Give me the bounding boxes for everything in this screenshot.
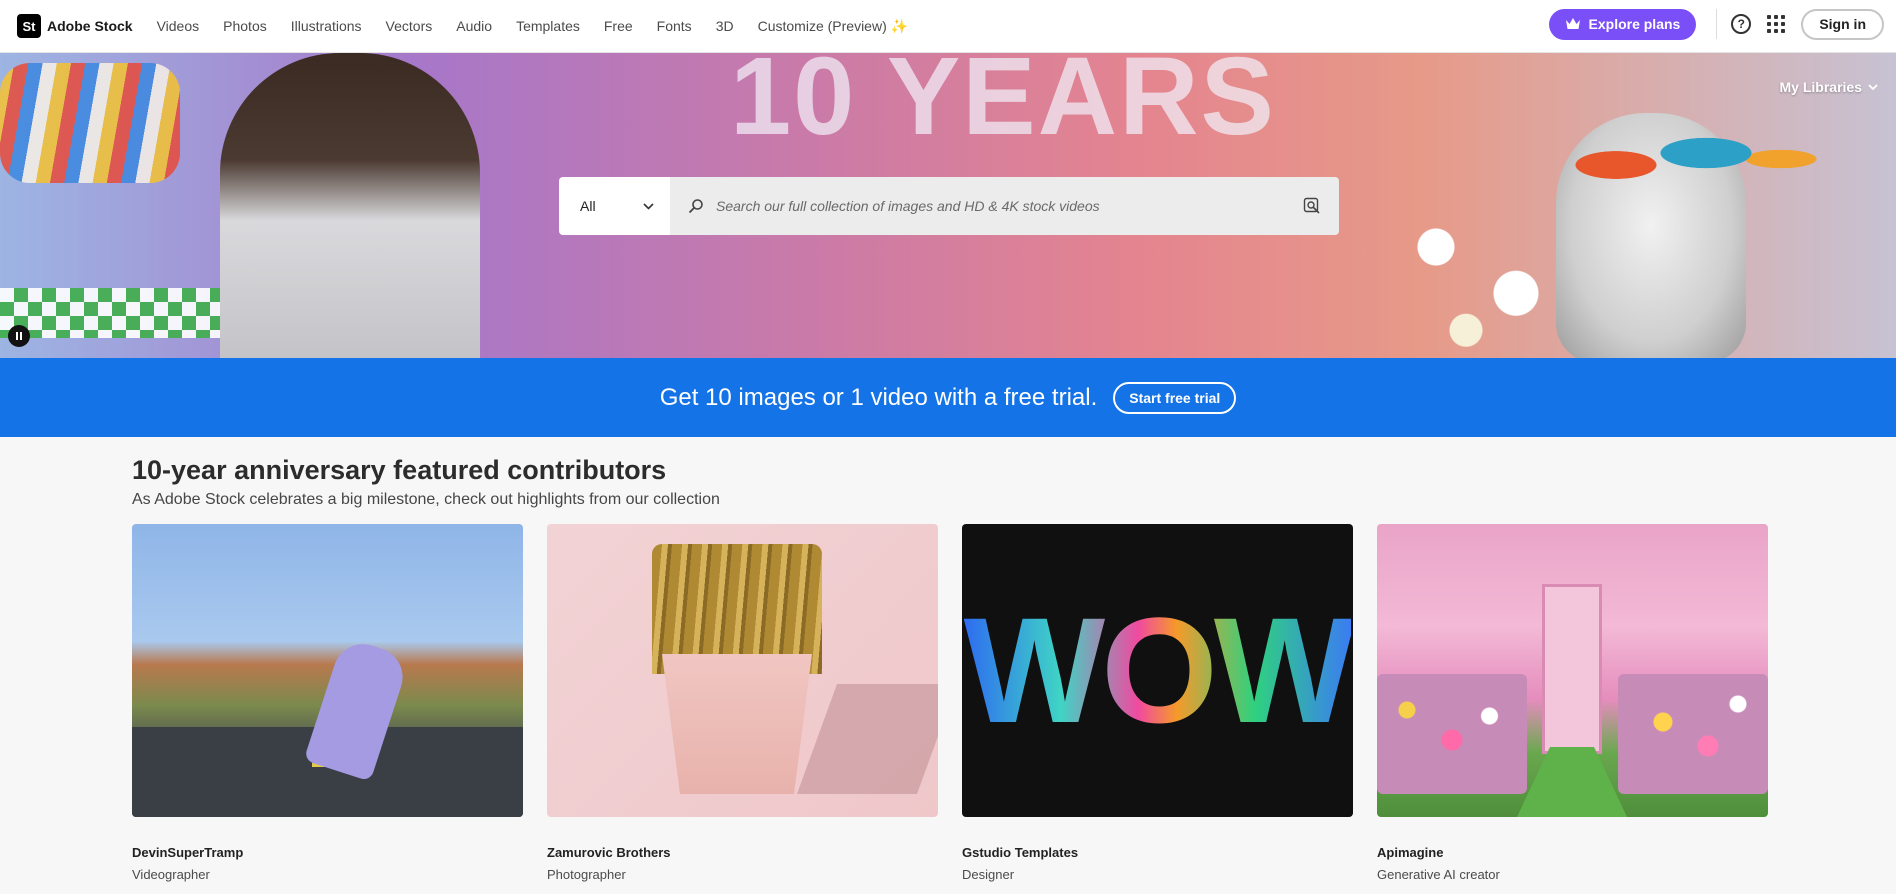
explore-plans-label: Explore plans — [1588, 16, 1681, 32]
nav-item-fonts[interactable]: Fonts — [657, 18, 692, 34]
contributor-image-golden-fries[interactable] — [547, 524, 938, 817]
image-detail — [662, 654, 812, 794]
contributor-role: Videographer — [132, 867, 210, 882]
free-trial-banner: Get 10 images or 1 video with a free tri… — [0, 358, 1896, 437]
section-title: 10-year anniversary featured contributor… — [132, 455, 667, 485]
image-detail — [796, 684, 938, 794]
hero-decoration — [0, 63, 180, 183]
hero-decoration — [0, 288, 220, 338]
nav-item-audio[interactable]: Audio — [456, 18, 492, 34]
my-libraries-label: My Libraries — [1779, 79, 1862, 95]
my-libraries-button[interactable]: My Libraries — [1780, 79, 1878, 95]
search-bar: All — [559, 177, 1339, 235]
top-navigation-bar: St Adobe Stock Videos Photos Illustratio… — [0, 0, 1896, 53]
hero-person-image — [220, 53, 480, 358]
nav-item-videos[interactable]: Videos — [157, 18, 200, 34]
nav-item-3d[interactable]: 3D — [716, 18, 734, 34]
contributor-card[interactable]: Zamurovic Brothers Photographer — [547, 524, 938, 882]
contributor-image-skateboarder[interactable] — [132, 524, 523, 817]
image-detail — [1517, 747, 1627, 817]
brand-name: Adobe Stock — [47, 18, 133, 34]
contributor-cards: DevinSuperTramp Videographer Zamurovic B… — [132, 524, 1768, 882]
contributor-role: Photographer — [547, 867, 626, 882]
header-actions: Explore plans ? Sign in — [1548, 0, 1884, 48]
main-nav: Videos Photos Illustrations Vectors Audi… — [145, 18, 920, 35]
search-icon — [688, 199, 703, 214]
pause-icon[interactable] — [8, 325, 30, 347]
search-type-dropdown[interactable]: All — [559, 177, 670, 235]
help-icon[interactable]: ? — [1731, 14, 1752, 34]
contributor-image-wow-balloon[interactable]: WOW — [962, 524, 1353, 817]
image-detail — [1618, 674, 1768, 794]
explore-plans-button[interactable]: Explore plans — [1548, 8, 1697, 40]
adobe-stock-logo: St — [17, 14, 41, 38]
nav-item-templates[interactable]: Templates — [516, 18, 580, 34]
nav-item-free[interactable]: Free — [604, 18, 633, 34]
search-input[interactable] — [716, 198, 1303, 214]
contributor-card[interactable]: Apimagine Generative AI creator — [1377, 524, 1768, 882]
wow-balloon-text: WOW — [964, 584, 1353, 757]
promo-text: Get 10 images or 1 video with a free tri… — [659, 383, 1098, 411]
section-subtitle: As Adobe Stock celebrates a big mileston… — [132, 491, 720, 508]
crown-icon — [1565, 18, 1580, 29]
visual-search-icon[interactable] — [1303, 197, 1321, 215]
hero-headline: 10 YEARS — [730, 53, 1276, 158]
image-detail — [1542, 584, 1602, 754]
chevron-down-icon — [1868, 84, 1878, 90]
nav-item-photos[interactable]: Photos — [223, 18, 267, 34]
apps-grid-icon[interactable] — [1767, 15, 1786, 33]
contributor-role: Generative AI creator — [1377, 867, 1500, 882]
start-free-trial-button[interactable]: Start free trial — [1113, 381, 1237, 414]
hero-decoration — [1526, 93, 1826, 213]
nav-item-illustrations[interactable]: Illustrations — [291, 18, 362, 34]
header-divider — [1716, 9, 1718, 39]
contributor-card[interactable]: DevinSuperTramp Videographer — [132, 524, 523, 882]
contributor-name[interactable]: Gstudio Templates — [962, 845, 1353, 860]
image-detail — [1377, 674, 1527, 794]
contributor-name[interactable]: Apimagine — [1377, 845, 1768, 860]
search-field — [670, 177, 1339, 235]
contributor-name[interactable]: DevinSuperTramp — [132, 845, 523, 860]
chevron-down-icon — [643, 202, 654, 210]
nav-item-customize[interactable]: Customize (Preview) ✨ — [758, 18, 908, 35]
contributor-card[interactable]: WOW Gstudio Templates Designer — [962, 524, 1353, 882]
sign-in-button[interactable]: Sign in — [1801, 8, 1884, 40]
nav-item-vectors[interactable]: Vectors — [386, 18, 433, 34]
search-type-value: All — [580, 198, 596, 214]
contributor-name[interactable]: Zamurovic Brothers — [547, 845, 938, 860]
contributor-image-pink-train[interactable] — [1377, 524, 1768, 817]
brand-logo-link[interactable]: St Adobe Stock — [17, 14, 133, 38]
contributor-role: Designer — [962, 867, 1015, 882]
